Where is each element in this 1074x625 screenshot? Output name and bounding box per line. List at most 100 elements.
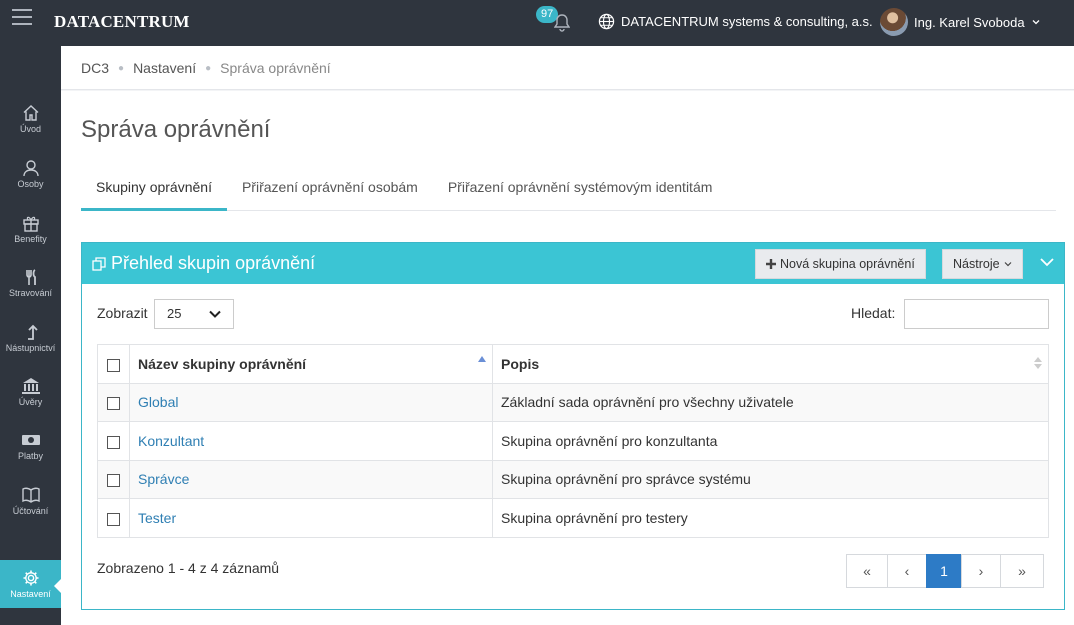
pagination: « ‹ 1 › » — [846, 554, 1044, 588]
logo[interactable]: DATACENTRUM — [54, 12, 190, 32]
home-icon — [23, 105, 38, 121]
user-menu[interactable]: Ing. Karel Svoboda — [880, 8, 1041, 36]
breadcrumb-bar: DC3 ● Nastavení ● Správa oprávnění — [61, 46, 1074, 90]
sort-ascending-icon — [478, 356, 486, 362]
sidebar-item-benefity[interactable]: Benefity — [0, 214, 61, 264]
sidebar-item-osoby[interactable]: Osoby — [0, 159, 61, 209]
pagination-prev-button[interactable]: ‹ — [887, 554, 927, 588]
gear-icon — [23, 570, 38, 586]
pagination-page-button[interactable]: 1 — [926, 554, 962, 588]
breadcrumb: DC3 ● Nastavení ● Správa oprávnění — [81, 60, 331, 76]
select-all-checkbox[interactable] — [107, 358, 120, 372]
tab-skupiny-opravneni[interactable]: Skupiny oprávnění — [81, 171, 227, 211]
panel-title: Přehled skupin oprávnění — [92, 253, 315, 274]
column-header-description[interactable]: Popis — [492, 344, 1049, 384]
plus-icon — [766, 259, 776, 269]
sidebar-item-label: Osoby — [17, 179, 44, 189]
sidebar-item-nastupnictvi[interactable]: Nástupnictví — [0, 323, 61, 373]
panel-title-text: Přehled skupin oprávnění — [111, 253, 316, 273]
page-size-select[interactable]: 25 — [154, 299, 234, 329]
sidebar-item-label: Stravování — [8, 288, 53, 298]
row-checkbox-cell — [97, 421, 130, 461]
bell-icon — [554, 14, 570, 32]
chevron-down-icon — [209, 310, 221, 318]
sidebar-item-stravovani[interactable]: Stravování — [0, 268, 61, 318]
money-icon — [21, 435, 40, 445]
cutlery-icon — [25, 269, 36, 285]
collapse-panel-icon[interactable] — [1039, 256, 1055, 268]
pagination-next-button[interactable]: › — [961, 554, 1001, 588]
new-group-button-label: Nová skupina oprávnění — [780, 257, 915, 271]
sidebar-item-label: Úvěry — [18, 397, 43, 407]
group-description: Skupina oprávnění pro konzultanta — [492, 421, 1049, 461]
notifications-button[interactable]: 97 — [536, 6, 576, 36]
table-row: Tester Skupina oprávnění pro testery — [97, 498, 1049, 538]
group-name-cell: Global — [129, 382, 493, 422]
organization-selector[interactable]: DATACENTRUM systems & consulting, a.s. — [598, 13, 873, 30]
top-bar: DATACENTRUM 97 DATACENTRUM systems & con… — [0, 0, 1074, 46]
main-content: Správa oprávnění Skupiny oprávnění Přiřa… — [61, 91, 1074, 625]
page-size-value: 25 — [167, 306, 182, 321]
row-checkbox[interactable] — [107, 397, 120, 411]
breadcrumb-item-current: Správa oprávnění — [220, 60, 331, 76]
page-title: Správa oprávnění — [81, 116, 271, 143]
arrow-up-icon — [27, 324, 38, 340]
chevron-down-icon — [1032, 20, 1040, 25]
column-header-label: Název skupiny oprávnění — [138, 355, 307, 372]
chevron-down-icon — [1004, 262, 1011, 267]
breadcrumb-separator: ● — [205, 62, 212, 74]
group-name-link[interactable]: Konzultant — [138, 433, 204, 449]
avatar — [880, 8, 908, 36]
row-checkbox-cell — [97, 382, 130, 422]
sidebar: Úvod Osoby Benefity Stravování Nástupnic… — [0, 46, 62, 625]
group-name-cell: Konzultant — [129, 421, 493, 461]
sidebar-item-label: Úvod — [19, 124, 41, 134]
group-name-link[interactable]: Správce — [138, 471, 189, 487]
sidebar-item-uvery[interactable]: Úvěry — [0, 377, 61, 427]
users-icon — [22, 160, 39, 177]
column-header-label: Popis — [501, 355, 540, 372]
gift-icon — [22, 216, 39, 232]
sidebar-item-nastaveni[interactable]: Nastavení — [0, 560, 62, 608]
tab-prirazeni-systemovym-identitam[interactable]: Přiřazení oprávnění systémovým identitám — [433, 171, 728, 211]
group-name-link[interactable]: Tester — [138, 510, 176, 526]
sidebar-item-label: Benefity — [14, 234, 47, 244]
pagination-first-button[interactable]: « — [846, 554, 888, 588]
table-header-row: Název skupiny oprávnění Popis — [97, 344, 1049, 384]
group-name-cell: Tester — [129, 498, 493, 538]
breadcrumb-item-dc3[interactable]: DC3 — [81, 60, 109, 76]
sidebar-item-uvod[interactable]: Úvod — [0, 104, 61, 154]
group-description: Základní sada oprávnění pro všechny uživ… — [492, 382, 1049, 422]
tools-dropdown-button[interactable]: Nástroje — [942, 249, 1023, 279]
group-name-link[interactable]: Global — [138, 394, 178, 410]
globe-icon — [598, 13, 615, 30]
sidebar-item-platby[interactable]: Platby — [0, 431, 61, 481]
row-checkbox[interactable] — [107, 435, 120, 449]
new-group-button[interactable]: Nová skupina oprávnění — [755, 249, 926, 279]
row-checkbox[interactable] — [107, 474, 120, 488]
tab-prirazeni-osobam[interactable]: Přiřazení oprávnění osobám — [227, 171, 433, 211]
sidebar-item-uctovani[interactable]: Účtování — [0, 486, 61, 536]
book-icon — [21, 487, 40, 503]
page-size-label: Zobrazit — [97, 305, 148, 321]
breadcrumb-item-nastaveni[interactable]: Nastavení — [133, 60, 196, 76]
pagination-last-button[interactable]: » — [1000, 554, 1044, 588]
tools-button-label: Nástroje — [953, 257, 1000, 271]
table-row: Global Základní sada oprávnění pro všech… — [97, 382, 1049, 422]
row-checkbox-cell — [97, 498, 130, 538]
search-input[interactable] — [904, 299, 1049, 329]
select-all-cell — [97, 344, 130, 384]
table-row: Správce Skupina oprávnění pro správce sy… — [97, 459, 1049, 499]
group-name-cell: Správce — [129, 459, 493, 499]
table-row: Konzultant Skupina oprávnění pro konzult… — [97, 421, 1049, 461]
sidebar-item-label: Nástupnictví — [5, 343, 56, 353]
column-header-name[interactable]: Název skupiny oprávnění — [129, 344, 493, 384]
sidebar-item-label: Účtování — [12, 506, 49, 516]
user-name: Ing. Karel Svoboda — [914, 14, 1025, 30]
hamburger-menu-icon[interactable] — [12, 9, 32, 25]
row-checkbox[interactable] — [107, 512, 120, 526]
records-info: Zobrazeno 1 - 4 z 4 záznamů — [97, 560, 280, 576]
tab-bar: Skupiny oprávnění Přiřazení oprávnění os… — [81, 171, 1056, 211]
copy-icon — [92, 256, 106, 271]
row-checkbox-cell — [97, 459, 130, 499]
